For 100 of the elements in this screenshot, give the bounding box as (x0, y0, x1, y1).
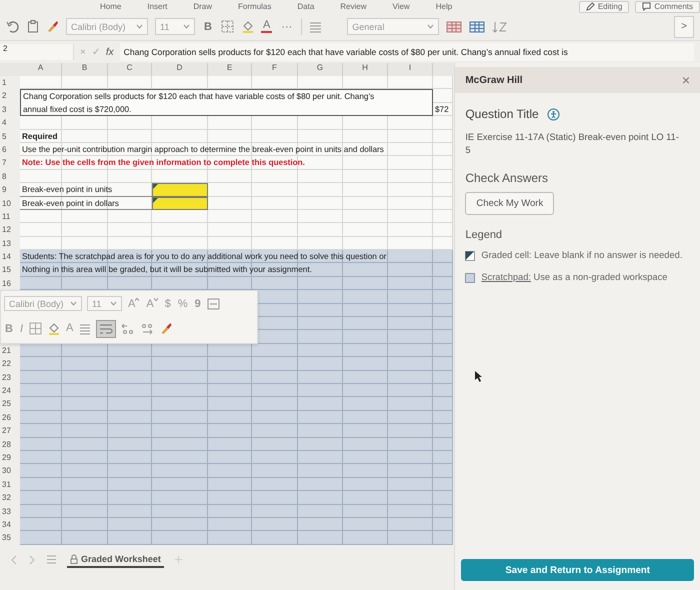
chevron-down-icon (110, 301, 117, 306)
scratchpad-icon (465, 272, 476, 282)
legend-text: Graded cell: Leave blank if no answer is needed. (481, 249, 682, 262)
pencil-icon (586, 2, 595, 11)
borders-icon[interactable] (29, 322, 42, 336)
cell-text: Required (21, 130, 58, 143)
number-format-field[interactable]: General (347, 18, 440, 35)
table-icon[interactable] (446, 20, 462, 32)
font-color-button[interactable]: A (260, 20, 272, 33)
sheet-tab[interactable]: Graded Worksheet (67, 552, 164, 568)
next-button[interactable]: > (674, 16, 694, 38)
menu-icon[interactable] (46, 555, 57, 564)
fill-color-icon[interactable] (240, 20, 254, 33)
row-number: 28 (2, 440, 11, 449)
grow-font-button[interactable]: A (127, 298, 140, 310)
ribbon-tab[interactable]: View (392, 2, 410, 11)
font-color-button[interactable]: A (65, 323, 74, 334)
undo-icon[interactable] (6, 20, 20, 32)
align-icon[interactable] (309, 20, 322, 32)
ribbon-tab[interactable]: Data (297, 2, 314, 11)
check-my-work-button[interactable]: Check My Work (465, 192, 554, 216)
grid-icon[interactable] (469, 20, 486, 32)
legend-heading: Legend (465, 229, 504, 242)
more-button[interactable]: ··· (279, 20, 294, 32)
previous-sheet-icon[interactable] (10, 554, 18, 565)
sort-icon[interactable] (492, 20, 508, 32)
ribbon-tab[interactable]: Insert (147, 2, 168, 11)
row-number: 15 (2, 265, 11, 274)
row-number: 16 (2, 278, 11, 288)
row-number: 7 (2, 158, 6, 168)
ribbon-tab[interactable]: Home (100, 2, 122, 11)
chevron-down-icon (70, 301, 77, 306)
close-button[interactable]: × (682, 72, 690, 88)
brush-icon[interactable] (159, 322, 174, 336)
graded-cell-icon (465, 251, 476, 262)
row-number: 34 (2, 520, 11, 529)
percent-button[interactable]: % (176, 298, 189, 310)
italic-button[interactable]: I (18, 322, 24, 335)
bold-button[interactable]: B (4, 322, 14, 335)
row-number: 12 (2, 225, 11, 234)
save-and-return-button[interactable]: Save and Return to Assignment (461, 559, 694, 581)
row-number: 9 (2, 185, 6, 194)
answer-cell[interactable] (152, 196, 208, 210)
font-field[interactable]: Calibri (Body) (4, 296, 82, 312)
mouse-pointer-icon (475, 371, 484, 382)
align-icon[interactable] (79, 322, 92, 335)
row-number: 8 (2, 172, 6, 181)
ribbon-tab[interactable]: Help (436, 2, 452, 11)
row-number: 35 (2, 533, 11, 542)
merge-icon[interactable] (206, 298, 220, 310)
wrap-text-icon[interactable] (96, 320, 116, 338)
cell-text: Nothing in this area will be graded, but it will be submitted with your assignment. (21, 264, 313, 276)
row-number: 31 (2, 480, 11, 489)
cell-text: Students: The scratchpad area is for you to do any additional work you need to solve this question or (21, 251, 388, 264)
row-number: 11 (2, 212, 10, 221)
brand-name: McGraw Hill (465, 74, 523, 86)
comments-button[interactable]: Comments (635, 0, 700, 12)
question-title: IE Exercise 11-17A (Static) Break-even point LO 11-5 (465, 131, 680, 158)
bold-button[interactable]: B (202, 20, 214, 32)
function-button[interactable]: fx (106, 46, 114, 58)
fill-color-icon[interactable] (47, 322, 60, 336)
formula-field[interactable]: Chang Corporation sells products for $120 each that have variable costs of $80 per unit. Chang’s annual fixed cost is (120, 43, 694, 61)
answer-cell[interactable] (152, 183, 208, 197)
section-heading: Question Title (465, 107, 539, 121)
graded-marker-icon (153, 198, 158, 203)
row-number: 13 (2, 238, 11, 248)
row-number: 32 (2, 493, 11, 502)
row-number: 22 (2, 359, 11, 368)
row-number: 5 (2, 132, 6, 141)
currency-button[interactable]: $ (164, 298, 172, 310)
row-number: 21 (2, 346, 11, 355)
borders-icon[interactable] (220, 20, 234, 33)
caret-up-icon (135, 298, 140, 301)
comma-button[interactable]: 9 (194, 298, 202, 310)
caret-down-icon (154, 298, 158, 301)
font-field[interactable]: Calibri (Body) (66, 18, 148, 35)
chevron-down-icon (427, 24, 434, 29)
next-sheet-icon[interactable] (28, 554, 36, 565)
row-number: 26 (2, 412, 11, 422)
cell-text: annual fixed cost is $720,000. (20, 102, 433, 116)
chevron-down-icon (136, 24, 143, 29)
row-number: 10 (2, 198, 11, 208)
ribbon-tab[interactable]: Formulas (238, 2, 272, 11)
ribbon-tab[interactable]: Draw (193, 2, 212, 11)
editing-button[interactable]: Editing (578, 0, 630, 12)
increase-decimal-icon[interactable] (121, 322, 136, 335)
decrease-decimal-icon[interactable] (140, 322, 154, 335)
shrink-font-button[interactable]: A (145, 298, 159, 310)
ribbon-tab[interactable]: Review (340, 2, 367, 11)
row-number: 14 (2, 252, 11, 262)
clipboard-icon[interactable] (27, 20, 39, 33)
chevron-down-icon (183, 24, 190, 29)
name-box[interactable]: 2 (0, 44, 74, 60)
font-size-field[interactable]: 11 (87, 296, 122, 312)
font-size-field[interactable]: 11 (155, 18, 195, 35)
accessibility-icon[interactable] (546, 108, 560, 120)
row-number: 27 (2, 426, 11, 436)
cell-text: Use the per-unit contribution margin approach to determine the break-even point in units and dollars (21, 144, 385, 156)
brush-icon[interactable] (46, 20, 59, 33)
row-number: 33 (2, 506, 11, 516)
